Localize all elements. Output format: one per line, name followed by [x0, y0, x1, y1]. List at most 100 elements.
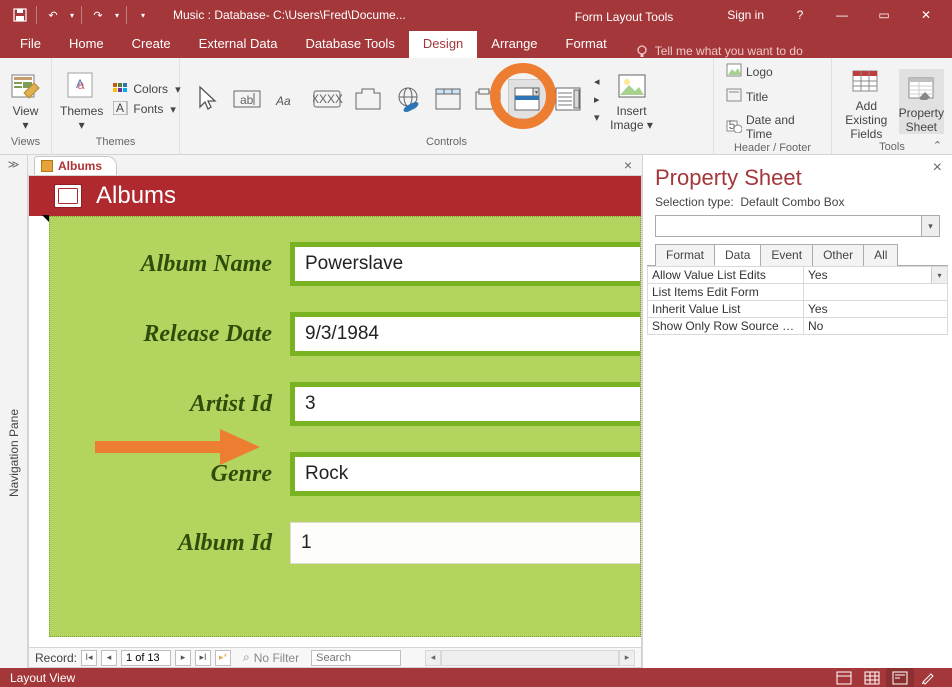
select-control-icon[interactable] — [188, 79, 228, 119]
property-tab-other[interactable]: Other — [812, 244, 864, 266]
prev-record-icon[interactable]: ◂ — [101, 650, 117, 666]
tab-arrange[interactable]: Arrange — [477, 31, 551, 58]
view-button[interactable]: View▾ — [8, 67, 43, 132]
tab-external-data[interactable]: External Data — [185, 31, 292, 58]
tab-create[interactable]: Create — [118, 31, 185, 58]
tab-home[interactable]: Home — [55, 31, 118, 58]
group-header-footer-label: Header / Footer — [722, 142, 823, 154]
property-tab-data[interactable]: Data — [714, 244, 761, 266]
controls-row-prev-icon[interactable]: ◂ — [592, 73, 602, 90]
property-name[interactable]: Show Only Row Source Values — [648, 318, 804, 335]
tab-control-icon[interactable] — [348, 79, 388, 119]
property-tab-all[interactable]: All — [863, 244, 898, 266]
insert-image-button[interactable]: Insert Image ▾ — [608, 67, 656, 132]
save-icon[interactable] — [8, 3, 32, 27]
property-tab-event[interactable]: Event — [760, 244, 813, 266]
new-record-icon[interactable]: ▸* — [215, 650, 231, 666]
field-release-date[interactable]: 9/3/1984 — [290, 312, 640, 356]
themes-button[interactable]: Aa Themes▾ — [60, 67, 103, 132]
scroll-right-icon[interactable]: ▸ — [619, 650, 635, 666]
undo-icon[interactable]: ↶ — [41, 3, 65, 27]
hyperlink-control-icon[interactable] — [388, 79, 428, 119]
tab-format[interactable]: Format — [552, 31, 621, 58]
colors-button[interactable]: Colors ▾ — [109, 80, 184, 99]
scroll-left-icon[interactable]: ◂ — [425, 650, 441, 666]
property-name[interactable]: List Items Edit Form — [648, 284, 804, 301]
chevron-down-icon[interactable]: ▾ — [921, 216, 939, 236]
last-record-icon[interactable]: ▸I — [195, 650, 211, 666]
datasheet-view-icon[interactable] — [858, 668, 886, 687]
form-body[interactable]: Album Name Powerslave Release Date 9/3/1… — [49, 216, 641, 637]
controls-row-next-icon[interactable]: ▸ — [592, 91, 602, 108]
navigation-pane-label: Navigation Pane — [7, 409, 21, 497]
property-value[interactable] — [804, 284, 948, 301]
tab-file[interactable]: File — [6, 31, 55, 58]
sign-in-link[interactable]: Sign in — [713, 8, 778, 22]
minimize-icon[interactable]: — — [822, 0, 862, 30]
navigation-pane-shutter[interactable]: ≫ Navigation Pane — [0, 155, 28, 668]
property-value[interactable]: Yes▾ — [804, 267, 948, 284]
property-sheet-pane: Property Sheet × Selection type: Default… — [642, 155, 952, 668]
design-view-icon[interactable] — [914, 668, 942, 687]
qat-customize-icon[interactable]: ▾ — [131, 3, 155, 27]
option-group-control-icon[interactable] — [468, 79, 508, 119]
object-selector-dropdown[interactable]: ▾ — [655, 215, 940, 237]
property-name[interactable]: Allow Value List Edits — [648, 267, 804, 284]
svg-text:XXXX: XXXX — [313, 92, 343, 106]
property-tab-format[interactable]: Format — [655, 244, 715, 266]
title-button[interactable]: Title — [722, 87, 823, 106]
undo-dropdown-icon[interactable]: ▾ — [67, 3, 77, 27]
menu-bar: File Home Create External Data Database … — [0, 30, 952, 58]
field-genre[interactable]: Rock — [290, 452, 640, 496]
close-icon[interactable]: ✕ — [906, 0, 946, 30]
form-view-icon[interactable] — [830, 668, 858, 687]
tell-me-placeholder: Tell me what you want to do — [655, 44, 803, 58]
help-icon[interactable]: ? — [780, 0, 820, 30]
property-value[interactable]: No — [804, 318, 948, 335]
field-album-name[interactable]: Powerslave — [290, 242, 640, 286]
controls-more-icon[interactable]: ▾ — [592, 109, 602, 126]
list-box-control-icon[interactable] — [548, 79, 588, 119]
field-album-id[interactable]: 1 — [290, 522, 640, 564]
fonts-button[interactable]: A Fonts ▾ — [109, 100, 184, 119]
field-artist-id[interactable]: 3 — [290, 382, 640, 426]
open-shutter-icon[interactable]: ≫ — [0, 155, 27, 174]
button-control-icon[interactable]: XXXX — [308, 79, 348, 119]
label-control-icon[interactable]: Aa — [268, 79, 308, 119]
close-tab-icon[interactable]: × — [624, 157, 632, 173]
next-record-icon[interactable]: ▸ — [175, 650, 191, 666]
property-sheet-button[interactable]: Property Sheet — [899, 69, 944, 134]
add-existing-fields-button[interactable]: Add Existing Fields — [840, 62, 893, 141]
layout-view-status-icon[interactable] — [886, 668, 914, 687]
tab-design[interactable]: Design — [409, 31, 477, 58]
tell-me-box[interactable]: Tell me what you want to do — [621, 44, 952, 58]
logo-button[interactable]: Logo — [722, 62, 823, 81]
document-tab-label: Albums — [58, 159, 102, 173]
tab-database-tools[interactable]: Database Tools — [291, 31, 408, 58]
record-selector-icon[interactable] — [42, 215, 49, 222]
chevron-down-icon[interactable]: ▾ — [931, 267, 947, 283]
record-label: Record: — [35, 651, 77, 665]
property-name[interactable]: Inherit Value List — [648, 301, 804, 318]
redo-icon[interactable]: ↷ — [86, 3, 110, 27]
first-record-icon[interactable]: I◂ — [81, 650, 97, 666]
property-value[interactable]: Yes — [804, 301, 948, 318]
redo-dropdown-icon[interactable]: ▾ — [112, 3, 122, 27]
add-existing-fields-icon — [850, 65, 882, 97]
document-tab-albums[interactable]: Albums — [34, 156, 117, 175]
collapse-ribbon-icon[interactable]: ⌃ — [933, 139, 942, 152]
textbox-control-icon[interactable]: ab — [228, 79, 268, 119]
combo-box-control-icon[interactable] — [508, 79, 548, 119]
svg-text:a: a — [77, 78, 84, 92]
navigation-control-icon[interactable] — [428, 79, 468, 119]
svg-text:Aa: Aa — [275, 94, 291, 108]
record-position-input[interactable] — [121, 650, 171, 666]
horizontal-scrollbar[interactable]: ◂ ▸ — [425, 650, 635, 666]
filter-icon[interactable]: ⌕ — [243, 650, 250, 665]
property-sheet-close-icon[interactable]: × — [933, 159, 942, 177]
date-time-button[interactable]: 5Date and Time — [722, 112, 823, 142]
maximize-icon[interactable]: ▭ — [864, 0, 904, 30]
search-input[interactable] — [311, 650, 401, 666]
scroll-track[interactable] — [441, 650, 619, 666]
property-row: Allow Value List EditsYes▾ — [648, 267, 948, 284]
